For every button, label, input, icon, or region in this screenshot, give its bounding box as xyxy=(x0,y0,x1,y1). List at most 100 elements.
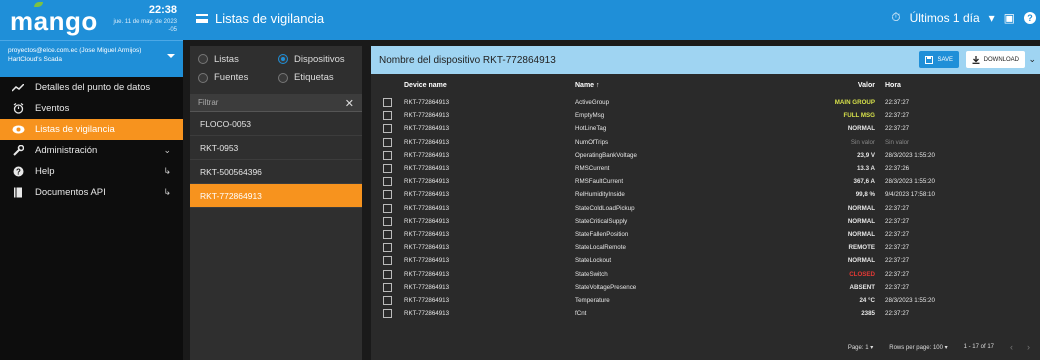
cell-device: RKT-772864913 xyxy=(404,230,450,238)
cell-name: RMSFaultCurrent xyxy=(575,178,624,186)
table-row[interactable]: RKT-772864913 RMSFaultCurrent 367,6 A 28/3/… xyxy=(371,175,1040,188)
table-row[interactable]: RKT-772864913 ActiveGroup MAIN GROUP 22:37:… xyxy=(371,96,1040,109)
table-row[interactable]: RKT-772864913 StateLockout NORMAL 22:37:27 xyxy=(371,254,1040,267)
cell-value: 99,8 % xyxy=(855,191,875,199)
column-header-name-label: Name xyxy=(575,81,595,89)
sidebar-item-detalles[interactable]: Detalles del punto de datos xyxy=(0,77,183,98)
prev-page-icon[interactable]: ‹ xyxy=(1010,342,1013,352)
table-row[interactable]: RKT-772864913 StateFallenPosition NORMAL 22… xyxy=(371,228,1040,241)
sidebar-item-listas[interactable]: Listas de vigilancia xyxy=(0,119,183,140)
list-item[interactable]: RKT-0953 xyxy=(190,136,362,160)
pagination-page[interactable]: Page: 1 ▾ xyxy=(848,344,873,351)
external-link-icon: ↳ xyxy=(163,187,171,197)
user-menu[interactable]: proyectos@elce.com.ec (Jose Miguel Armij… xyxy=(0,40,183,77)
radio-fuentes[interactable]: Fuentes xyxy=(198,70,274,87)
checkbox-icon xyxy=(383,111,392,121)
cell-device: RKT-772864913 xyxy=(404,283,450,291)
table-row[interactable]: RKT-772864913 StateCriticalSupply NORMAL 22… xyxy=(371,215,1040,228)
sidebar-item-eventos[interactable]: Eventos xyxy=(0,98,183,119)
column-header-device[interactable]: Device name xyxy=(404,82,575,89)
cell-device: RKT-772864913 xyxy=(404,310,450,318)
row-checkbox[interactable] xyxy=(371,269,404,279)
row-checkbox[interactable] xyxy=(371,150,404,160)
time-range-select[interactable]: Últimos 1 día xyxy=(910,11,980,25)
radio-dot-icon xyxy=(198,54,208,65)
sidebar-item-help[interactable]: ? Help ↳ xyxy=(0,161,183,182)
column-header-name[interactable]: Name ↑ xyxy=(575,82,795,89)
cell-device: RKT-772864913 xyxy=(404,165,450,173)
help-button[interactable]: ? xyxy=(1024,11,1036,24)
save-button[interactable]: SAVE xyxy=(919,51,959,68)
cell-value: CLOSED xyxy=(849,270,875,278)
table-row[interactable]: RKT-772864913 OperatingBankVoltage 23,9 V 2… xyxy=(371,149,1040,162)
row-checkbox[interactable] xyxy=(371,243,404,253)
top-controls: ⏱ Últimos 1 día ▾ ▣ ? xyxy=(891,10,1036,25)
row-checkbox[interactable] xyxy=(371,203,404,213)
radio-label: Etiquetas xyxy=(294,72,334,84)
table-row[interactable]: RKT-772864913 fCnt 2385 22:37:27 xyxy=(371,307,1040,320)
table-row[interactable]: RKT-772864913 HotLineTag NORMAL 22:37:27 xyxy=(371,122,1040,135)
sidebar-nav: Detalles del punto de datos Eventos List… xyxy=(0,77,183,203)
radio-etiquetas[interactable]: Etiquetas xyxy=(278,70,354,87)
download-button-label: DOWNLOAD xyxy=(983,56,1019,63)
cell-device: RKT-772864913 xyxy=(404,204,450,212)
sidebar-item-label: Listas de vigilancia xyxy=(35,124,115,135)
row-checkbox[interactable] xyxy=(371,309,404,319)
radio-dispositivos[interactable]: Dispositivos xyxy=(278,51,354,68)
time-range-caret-icon[interactable]: ▾ xyxy=(989,11,995,25)
list-item[interactable]: FLOCO-0053 xyxy=(190,112,362,136)
cell-device: RKT-772864913 xyxy=(404,151,450,159)
row-checkbox[interactable] xyxy=(371,98,404,108)
top-bar: Listas de vigilancia ⏱ Últimos 1 día ▾ ▣… xyxy=(183,0,1040,40)
time-range-icon[interactable]: ⏱ xyxy=(891,10,900,25)
row-checkbox[interactable] xyxy=(371,177,404,187)
download-button[interactable]: DOWNLOAD xyxy=(965,51,1025,68)
list-item[interactable]: RKT-500564396 xyxy=(190,160,362,184)
table-row[interactable]: RKT-772864913 StateVoltagePresence ABSENT 2… xyxy=(371,281,1040,294)
chevron-down-icon[interactable]: ⌄ xyxy=(1028,54,1036,65)
table-row[interactable]: RKT-772864913 Temperature 24 °C 28/3/2023 1… xyxy=(371,294,1040,307)
save-button-label: SAVE xyxy=(937,56,953,63)
next-page-icon[interactable]: › xyxy=(1027,342,1030,352)
logo[interactable]: mango xyxy=(10,6,98,37)
cell-device: RKT-772864913 xyxy=(404,125,450,133)
table-row[interactable]: RKT-772864913 RMSCurrent 13.3 A 22:37:26 xyxy=(371,162,1040,175)
cell-device: RKT-772864913 xyxy=(404,138,450,146)
table-row[interactable]: RKT-772864913 StateSwitch CLOSED 22:37:27 xyxy=(371,267,1040,280)
table-row[interactable]: RKT-772864913 EmptyMsg FULL MSG 22:37:27 xyxy=(371,109,1040,122)
row-checkbox[interactable] xyxy=(371,111,404,121)
row-checkbox[interactable] xyxy=(371,124,404,134)
wrench-icon xyxy=(10,145,26,156)
checkbox-icon xyxy=(383,164,392,174)
cell-value: 24 °C xyxy=(859,296,875,304)
table-row[interactable]: RKT-772864913 StateColdLoadPickup NORMAL 22… xyxy=(371,202,1040,215)
menu-icon[interactable] xyxy=(196,14,208,23)
column-header-time[interactable]: Hora xyxy=(881,82,1001,89)
row-checkbox[interactable] xyxy=(371,295,404,305)
column-header-value[interactable]: Valor xyxy=(795,82,881,89)
table-panel-title: Nombre del dispositivo RKT-772864913 xyxy=(379,54,556,66)
row-checkbox[interactable] xyxy=(371,137,404,147)
row-checkbox[interactable] xyxy=(371,282,404,292)
row-checkbox[interactable] xyxy=(371,164,404,174)
row-checkbox[interactable] xyxy=(371,229,404,239)
table-row[interactable]: RKT-772864913 RelHumidityInside 99,8 % 9/4/… xyxy=(371,188,1040,201)
sidebar-item-documentos-api[interactable]: Documentos API ↳ xyxy=(0,182,183,203)
calendar-icon[interactable]: ▣ xyxy=(1004,11,1015,25)
checkbox-icon xyxy=(383,177,392,187)
row-checkbox[interactable] xyxy=(371,216,404,226)
table-row[interactable]: RKT-772864913 NumOfTrips Sin valor Sin valo… xyxy=(371,136,1040,149)
cell-time: Sin valor xyxy=(885,138,910,146)
cell-name: EmptyMsg xyxy=(575,112,605,120)
table-row[interactable]: RKT-772864913 StateLocalRemote REMOTE 22:37… xyxy=(371,241,1040,254)
rows-per-page[interactable]: Rows per page: 100 ▾ xyxy=(889,344,947,351)
filter-input[interactable]: Filtrar ✕ xyxy=(190,94,362,112)
radio-listas[interactable]: Listas xyxy=(198,51,274,68)
row-checkbox[interactable] xyxy=(371,256,404,266)
cell-value: NORMAL xyxy=(847,125,875,133)
sidebar-item-label: Administración xyxy=(35,145,98,156)
list-item[interactable]: RKT-772864913 xyxy=(190,184,362,208)
clear-icon[interactable]: ✕ xyxy=(345,97,354,110)
row-checkbox[interactable] xyxy=(371,190,404,200)
sidebar-item-administracion[interactable]: Administración ⌄ xyxy=(0,140,183,161)
